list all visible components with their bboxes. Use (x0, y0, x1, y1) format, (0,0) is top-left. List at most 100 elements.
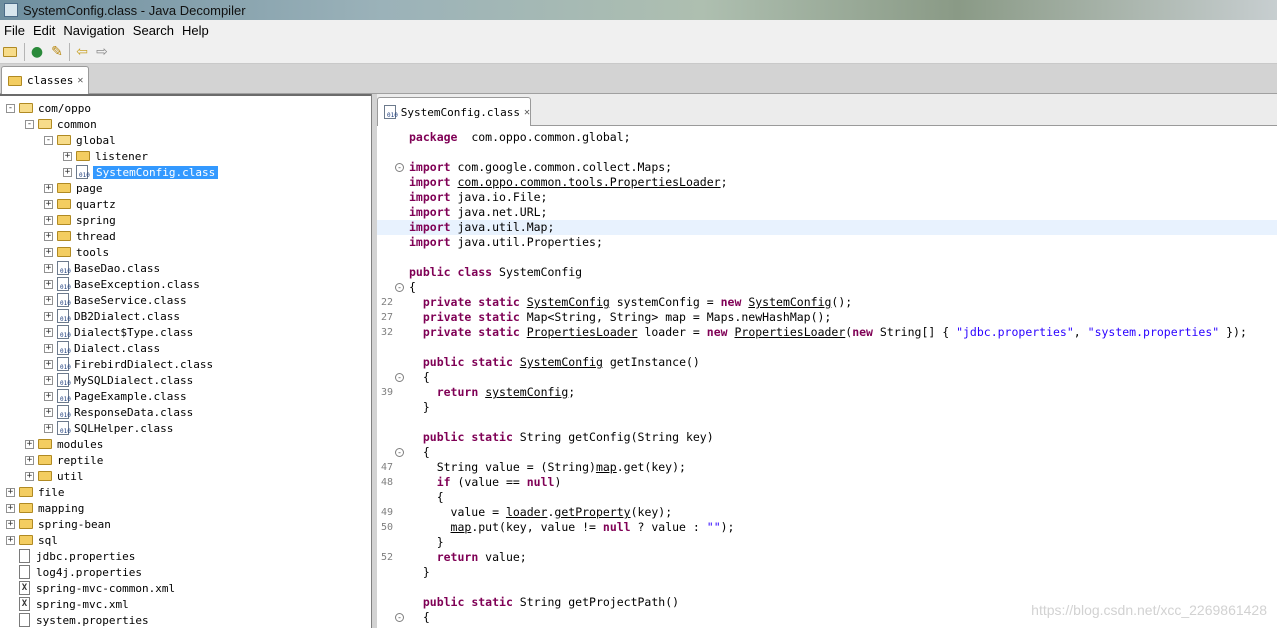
tab-classes[interactable]: classes ✕ (1, 66, 89, 94)
code-keyword: import (409, 205, 451, 219)
expand-icon[interactable]: + (44, 311, 53, 321)
tree-item[interactable]: + MySQLDialect.class (44, 372, 193, 388)
tree-item[interactable]: + ResponseData.class (44, 404, 193, 420)
code-keyword: null (526, 475, 555, 489)
source-code[interactable]: package com.oppo.common.global; - import c… (377, 126, 1277, 628)
expand-icon[interactable]: + (44, 423, 53, 433)
tree-item[interactable]: jdbc.properties (6, 548, 135, 564)
tree-item[interactable]: + Dialect.class (44, 340, 160, 356)
expand-icon[interactable]: + (44, 199, 53, 209)
code-link[interactable]: map (451, 520, 472, 534)
fold-icon[interactable]: - (395, 448, 404, 457)
expand-icon[interactable]: + (63, 167, 72, 177)
collapse-icon[interactable]: - (44, 135, 53, 145)
tree-item[interactable]: + FirebirdDialect.class (44, 356, 213, 372)
menu-help[interactable]: Help (178, 23, 213, 38)
tree-item[interactable]: - global (44, 132, 116, 148)
code-link[interactable]: map (596, 460, 617, 474)
expand-icon[interactable]: + (44, 279, 53, 289)
code-link[interactable]: PropertiesLoader (527, 325, 638, 339)
tree-item[interactable]: + tools (44, 244, 109, 260)
expand-icon[interactable]: + (44, 263, 53, 273)
code-link[interactable]: com.oppo.common.tools.PropertiesLoader (457, 175, 720, 189)
expand-icon[interactable]: + (44, 391, 53, 401)
tree-item[interactable]: + util (25, 468, 84, 484)
code-link[interactable]: SystemConfig (748, 295, 831, 309)
folder-icon (38, 471, 52, 481)
tree-item[interactable]: + SQLHelper.class (44, 420, 173, 436)
fold-icon[interactable]: - (395, 163, 404, 172)
tree-item[interactable]: + SystemConfig.class (63, 164, 219, 180)
expand-icon[interactable]: + (44, 231, 53, 241)
expand-icon[interactable]: + (6, 487, 15, 497)
close-icon[interactable]: ✕ (77, 75, 83, 86)
tree-item[interactable]: + thread (44, 228, 116, 244)
code-link[interactable]: SystemConfig (527, 295, 610, 309)
close-icon[interactable]: ✕ (524, 107, 530, 118)
forward-arrow-icon[interactable]: ⇨ (92, 42, 112, 62)
tree-item[interactable]: + sql (6, 532, 58, 548)
expand-icon[interactable]: + (6, 535, 15, 545)
tree-item[interactable]: + DB2Dialect.class (44, 308, 180, 324)
code-link[interactable]: SystemConfig (520, 355, 603, 369)
tree-item[interactable]: - common (25, 116, 97, 132)
code-line: } (377, 565, 1277, 580)
tree-item[interactable]: + PageExample.class (44, 388, 187, 404)
tab-systemconfig-class[interactable]: SystemConfig.class ✕ (377, 97, 531, 126)
tree-item[interactable]: log4j.properties (6, 564, 142, 580)
fold-icon[interactable]: - (395, 613, 404, 622)
expand-icon[interactable]: + (6, 519, 15, 529)
code-link[interactable]: PropertiesLoader (734, 325, 845, 339)
tree-item[interactable]: + BaseService.class (44, 292, 187, 308)
expand-icon[interactable]: + (44, 359, 53, 369)
fold-icon[interactable]: - (395, 373, 404, 382)
open-folder-icon[interactable] (2, 42, 22, 62)
expand-icon[interactable]: + (44, 295, 53, 305)
code-link[interactable]: systemConfig (485, 385, 568, 399)
tree-item[interactable]: Xspring-mvc-common.xml (6, 580, 175, 596)
tree-item[interactable]: Xspring-mvc.xml (6, 596, 129, 612)
expand-icon[interactable]: + (25, 471, 34, 481)
expand-icon[interactable]: + (44, 407, 53, 417)
expand-icon[interactable]: + (44, 327, 53, 337)
menu-navigation[interactable]: Navigation (59, 23, 128, 38)
tree-item[interactable]: + reptile (25, 452, 103, 468)
collapse-icon[interactable]: - (6, 103, 15, 113)
expand-icon[interactable]: + (25, 455, 34, 465)
code-link[interactable]: getProperty (554, 505, 630, 519)
expand-icon[interactable]: + (25, 439, 34, 449)
tree-item[interactable]: + BaseDao.class (44, 260, 160, 276)
expand-icon[interactable]: + (44, 375, 53, 385)
tree-item[interactable]: + BaseException.class (44, 276, 200, 292)
tree-item[interactable]: + mapping (6, 500, 84, 516)
menu-search[interactable]: Search (129, 23, 178, 38)
tree-item[interactable]: + page (44, 180, 103, 196)
open-type-icon[interactable]: ● (27, 42, 47, 62)
code-token: } (409, 565, 430, 579)
expand-icon[interactable]: + (44, 183, 53, 193)
tree-item[interactable]: + spring (44, 212, 116, 228)
expand-icon[interactable]: + (44, 215, 53, 225)
tree-item[interactable]: + quartz (44, 196, 116, 212)
tree-item[interactable]: system.properties (6, 612, 149, 628)
tree-item[interactable]: + listener (63, 148, 148, 164)
class-file-icon (57, 261, 71, 275)
tree-item[interactable]: - com/oppo (6, 100, 91, 116)
tree-item[interactable]: + modules (25, 436, 103, 452)
back-arrow-icon[interactable]: ⇦ (72, 42, 92, 62)
expand-icon[interactable]: + (6, 503, 15, 513)
line-number: 48 (381, 477, 394, 488)
tree-item[interactable]: + spring-bean (6, 516, 111, 532)
tree-item[interactable]: + file (6, 484, 65, 500)
tree-item[interactable]: + Dialect$Type.class (44, 324, 193, 340)
fold-icon[interactable]: - (395, 283, 404, 292)
expand-icon[interactable]: + (44, 247, 53, 257)
menu-edit[interactable]: Edit (29, 23, 59, 38)
expand-icon[interactable]: + (44, 343, 53, 353)
expand-icon[interactable]: + (63, 151, 72, 161)
search-icon[interactable]: ✎ (47, 42, 67, 62)
code-link[interactable]: loader (506, 505, 548, 519)
code-text: public class SystemConfig (409, 265, 582, 280)
menu-file[interactable]: File (0, 23, 29, 38)
collapse-icon[interactable]: - (25, 119, 34, 129)
